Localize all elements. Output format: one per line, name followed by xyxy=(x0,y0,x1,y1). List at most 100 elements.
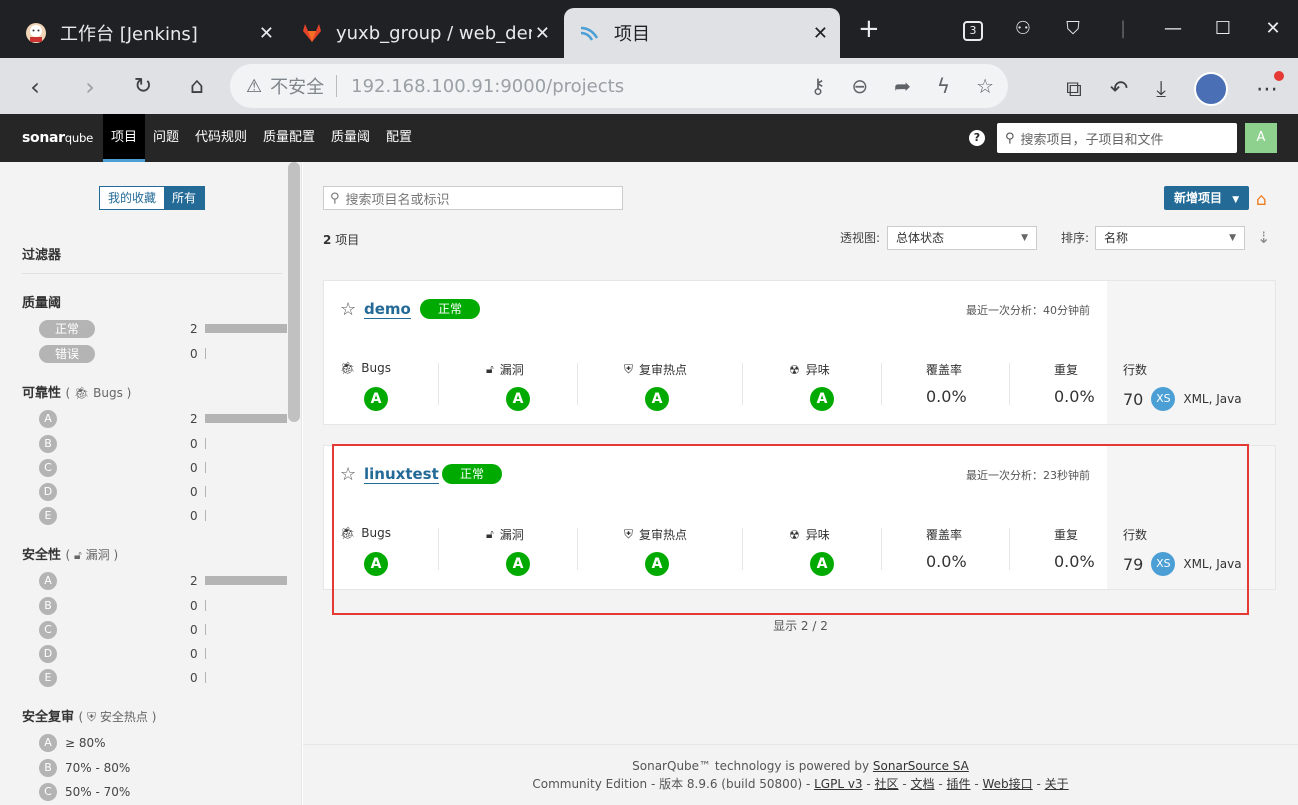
metric-label: 漏洞 xyxy=(499,363,524,377)
filter-range: 50% - 70% xyxy=(65,785,131,799)
incognito-icon[interactable]: ⚇ xyxy=(998,14,1048,44)
metric-code-smells[interactable]: ☢ 异味 xyxy=(789,361,830,378)
shirt-icon[interactable]: ⛉ xyxy=(1048,14,1098,44)
menu-icon[interactable]: ⋯ xyxy=(1256,70,1284,102)
close-icon[interactable]: ✕ xyxy=(259,23,274,44)
filter-row[interactable]: 正常 2 xyxy=(22,319,287,339)
filter-row[interactable]: C0 xyxy=(22,620,272,640)
grade-badge[interactable]: A xyxy=(810,387,834,411)
user-avatar[interactable]: A xyxy=(1245,123,1277,153)
metric-vulnerabilities[interactable]: 🔓︎ 漏洞 xyxy=(486,361,524,378)
download-icon[interactable]: ⤓ xyxy=(1156,77,1166,102)
star-icon[interactable]: ☆ xyxy=(340,299,356,320)
filter-row[interactable]: A2 xyxy=(22,571,287,591)
menu-quality-gates[interactable]: 质量阈 xyxy=(323,114,378,162)
menu-issues[interactable]: 问题 xyxy=(145,114,187,162)
sort-order-icon[interactable]: ⇣ xyxy=(1257,228,1270,247)
project-name-link[interactable]: demo xyxy=(364,300,411,319)
filter-row[interactable]: D0 xyxy=(22,644,272,664)
reload-icon[interactable]: ↻ xyxy=(128,72,158,102)
grade-badge[interactable]: A xyxy=(506,387,530,411)
insecure-label: 不安全 xyxy=(270,77,325,98)
homepage-icon[interactable]: ⌂ xyxy=(1256,190,1267,210)
new-project-button[interactable]: 新增项目 ▼ xyxy=(1164,186,1250,210)
menu-quality-profiles[interactable]: 质量配置 xyxy=(255,114,323,162)
menu-rules[interactable]: 代码规则 xyxy=(187,114,255,162)
plugins-link[interactable]: 插件 xyxy=(947,777,971,791)
about-link[interactable]: 关于 xyxy=(1045,777,1069,791)
filter-row[interactable]: C 50% - 70% xyxy=(22,782,272,802)
grade-circle: C xyxy=(39,459,57,477)
close-icon[interactable]: ✕ xyxy=(535,23,550,44)
languages: XML, Java xyxy=(1183,392,1242,406)
filter-bar xyxy=(205,438,206,449)
web-api-link[interactable]: Web接口 xyxy=(983,777,1033,791)
zoom-out-icon[interactable]: ⊖ xyxy=(851,74,868,98)
filter-row[interactable]: B 70% - 80% xyxy=(22,758,272,778)
tab-projects[interactable]: 项目 ✕ xyxy=(564,8,840,58)
grade-badge[interactable]: A xyxy=(364,387,388,411)
caret-down-icon: ▼ xyxy=(1021,233,1028,243)
metric-bugs[interactable]: 🐞︎ Bugs xyxy=(340,361,391,375)
sonarqube-logo[interactable]: sonarqube xyxy=(22,130,93,146)
group-title: 安全性 xyxy=(22,548,62,563)
forward-icon[interactable]: › xyxy=(75,72,105,102)
filter-row[interactable]: C0 xyxy=(22,458,272,478)
home-icon[interactable]: ⌂ xyxy=(182,72,212,102)
menu-projects[interactable]: 项目 xyxy=(102,114,145,162)
url-text[interactable]: 192.168.100.91:9000/projects xyxy=(351,76,624,97)
notification-dot xyxy=(1274,70,1284,81)
toggle-all[interactable]: 所有 xyxy=(164,187,205,209)
license-link[interactable]: LGPL v3 xyxy=(814,777,862,791)
filter-row[interactable]: A2 xyxy=(22,409,287,429)
docs-link[interactable]: 文档 xyxy=(911,777,935,791)
filter-row[interactable]: B0 xyxy=(22,434,272,454)
new-tab-icon[interactable]: + xyxy=(858,14,880,44)
filter-row[interactable]: E0 xyxy=(22,506,272,526)
back-icon[interactable]: ‹ xyxy=(20,72,50,102)
filter-range: ≥ 80% xyxy=(65,736,106,750)
window-close-icon[interactable]: ✕ xyxy=(1248,14,1298,44)
footer-line-1: SonarQube™ technology is powered by Sona… xyxy=(303,757,1298,775)
star-icon[interactable]: ☆ xyxy=(976,74,994,98)
coverage-value[interactable]: 0.0% xyxy=(926,387,967,406)
extension-icon[interactable]: ⧉ xyxy=(1066,77,1082,102)
sidebar-scrollbar[interactable] xyxy=(288,162,300,422)
metric-hotspots[interactable]: ⛨ 复审热点 xyxy=(624,361,687,378)
filter-bar xyxy=(205,624,206,635)
sort-select[interactable]: 名称 ▼ xyxy=(1095,226,1245,250)
undo-icon[interactable]: ↶ xyxy=(1110,77,1128,102)
community-link[interactable]: 社区 xyxy=(875,777,899,791)
grade-badge[interactable]: A xyxy=(645,387,669,411)
filter-row[interactable]: A ≥ 80% xyxy=(22,733,272,753)
duplication-value[interactable]: 0.0% xyxy=(1054,387,1095,406)
project-search-input[interactable]: ⚲ 搜索项目名或标识 xyxy=(323,186,623,210)
perspective-select[interactable]: 总体状态 ▼ xyxy=(887,226,1037,250)
filter-row[interactable]: D0 xyxy=(22,482,272,502)
maximize-icon[interactable]: ☐ xyxy=(1198,14,1248,44)
select-value: 名称 xyxy=(1104,231,1129,245)
profile-avatar[interactable] xyxy=(1194,72,1228,106)
filter-row[interactable]: B0 xyxy=(22,596,272,616)
url-bar[interactable]: ⚠ 不安全 192.168.100.91:9000/projects ⚷ ⊖ ➦… xyxy=(230,64,1008,108)
filter-row[interactable]: E0 xyxy=(22,668,272,688)
minimize-icon[interactable]: — xyxy=(1148,14,1198,44)
filter-row[interactable]: 错误 0 xyxy=(22,344,272,364)
share-icon[interactable]: ➦ xyxy=(894,74,911,98)
help-icon[interactable]: ? xyxy=(969,130,985,146)
grade-circle: A xyxy=(39,410,57,428)
sonarsource-link[interactable]: SonarSource SA xyxy=(873,759,969,773)
tab-count-icon[interactable]: 3 xyxy=(948,14,998,44)
tab-jenkins[interactable]: 工作台 [Jenkins] ✕ xyxy=(10,8,286,58)
count-number: 2 xyxy=(323,233,332,247)
toggle-favorites[interactable]: 我的收藏 xyxy=(100,187,165,209)
key-icon[interactable]: ⚷ xyxy=(811,74,826,98)
tab-gitlab[interactable]: yuxb_group / web_demo ✕ xyxy=(286,8,562,58)
menu-administration[interactable]: 配置 xyxy=(378,114,420,162)
lock-icon: 🔓︎ xyxy=(74,548,82,562)
lightning-icon[interactable]: ϟ xyxy=(937,74,950,98)
global-search-input[interactable]: ⚲ 搜索项目，子项目和文件 xyxy=(997,123,1237,153)
filter-count: 2 xyxy=(190,322,198,336)
close-icon[interactable]: ✕ xyxy=(813,23,828,44)
filter-bar xyxy=(205,648,206,659)
